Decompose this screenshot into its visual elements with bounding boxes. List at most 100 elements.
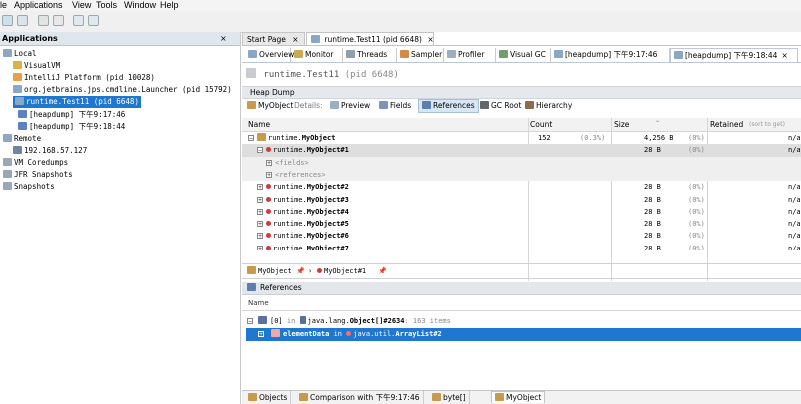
collapse-icon[interactable]: − [247, 318, 253, 325]
tree-item[interactable]: [heapdump] 下午9:18:44 [18, 121, 125, 133]
bottom-tab-comparison[interactable]: Comparison with 下午9:17:46 [296, 391, 424, 404]
heap-dump-icon[interactable] [38, 15, 49, 26]
gc-root-button[interactable]: GC Root [480, 99, 521, 113]
bottom-tab-myobject[interactable]: MyObject [491, 391, 546, 403]
subtab[interactable]: [heapdump] 下午9:18:44 × [670, 48, 798, 62]
tab-runtime-test11[interactable]: runtime.Test11 (pid 6648) × [306, 32, 434, 45]
menu-window[interactable]: Window [124, 0, 156, 11]
crumb-myobject[interactable]: MyObject [247, 99, 293, 113]
tree-item[interactable]: org.jetbrains.jps.cmdline.Launcher (pid … [13, 84, 232, 96]
tree-item[interactable]: VisualVM [13, 60, 60, 72]
process-title: runtime.Test11 [263, 70, 340, 80]
row-name-cell: + runtime.MyObject#7 [257, 244, 349, 250]
reference-row-parent[interactable]: − [0] in java.lang.Object[]#2634: 163 it… [242, 315, 801, 327]
table-row[interactable]: − runtime.MyObject#1 28 B (0%) n/a [242, 144, 801, 157]
tree-item[interactable]: 192.168.57.127 [13, 145, 87, 157]
menu-tools[interactable]: Tools [96, 0, 117, 11]
menu-help[interactable]: Help [160, 0, 179, 11]
chevron-right-icon: › [308, 267, 313, 275]
close-icon[interactable]: × [220, 32, 227, 45]
table-row[interactable]: + <fields> [242, 156, 801, 169]
class-icon [257, 133, 266, 141]
row-name-cell: + runtime.MyObject#6 [257, 232, 349, 241]
subtab-icon [346, 50, 355, 58]
expand-icon[interactable]: + [257, 233, 263, 240]
menu-applications[interactable]: Applications [14, 0, 63, 11]
tree-item-label: [heapdump] 下午9:17:46 [29, 109, 126, 119]
expand-icon[interactable]: + [257, 208, 263, 215]
subtab[interactable]: Visual GC [496, 48, 551, 62]
breadcrumb-myobject[interactable]: MyObject [247, 264, 292, 278]
add-jmx-icon[interactable] [17, 15, 28, 26]
table-row[interactable]: − runtime.MyObject 152 (0.3%) 4,256 B (0%) n/a [242, 132, 801, 144]
subtab[interactable]: Sampler [397, 48, 444, 62]
close-icon[interactable]: × [781, 51, 787, 60]
references-col-name[interactable]: Name [248, 298, 269, 308]
hierarchy-button[interactable]: Hierarchy [525, 99, 572, 113]
pin-icon[interactable]: 📌 [378, 264, 387, 278]
instance-icon [266, 221, 271, 227]
subtab[interactable]: Profiler [444, 48, 496, 62]
expand-icon[interactable]: + [266, 159, 272, 166]
fields-button[interactable]: Fields [379, 99, 411, 113]
tree-item-label: IntelliJ Platform (pid 10028) [24, 73, 155, 83]
pin-icon[interactable]: 📌 [296, 264, 305, 278]
tree-item[interactable]: [heapdump] 下午9:17:46 [18, 109, 125, 121]
tree-item[interactable]: Remote [3, 133, 41, 145]
comparison-icon [299, 393, 308, 401]
row-size-pct: (0%) [688, 134, 705, 142]
tree-item[interactable]: Snapshots [3, 181, 55, 193]
expand-icon[interactable]: + [257, 184, 263, 191]
expand-icon[interactable]: + [257, 245, 263, 250]
row-name-cell: + runtime.MyObject#4 [257, 207, 349, 216]
table-row[interactable]: + runtime.MyObject#5 28 B (0%) n/a [242, 218, 801, 230]
table-row[interactable]: + runtime.MyObject#3 28 B (0%) n/a [242, 194, 801, 206]
table-row[interactable]: + runtime.MyObject#2 28 B (0%) n/a [242, 181, 801, 193]
row-name-cell: + runtime.MyObject#3 [257, 195, 349, 204]
subtab[interactable]: [heapdump] 下午9:17:46 [551, 48, 670, 62]
menu-view[interactable]: View [72, 0, 91, 11]
table-row[interactable]: + runtime.MyObject#7 28 B (0%) n/a [242, 243, 801, 250]
open-file-icon[interactable] [2, 15, 13, 26]
breadcrumb-myobject1[interactable]: MyObject#1 [317, 264, 366, 278]
tree-item[interactable]: VM Coredumps [3, 157, 68, 169]
close-icon[interactable]: × [292, 35, 298, 44]
thread-dump-icon[interactable] [53, 15, 64, 26]
subtab[interactable]: Monitor [291, 48, 343, 62]
instance-icon [266, 233, 271, 239]
close-icon[interactable]: × [427, 35, 433, 44]
reference-row-selected[interactable]: + elementData in java.util.ArrayList#2 [246, 328, 801, 341]
col-count[interactable]: Count [530, 118, 552, 131]
ref-field-name: elementData [283, 330, 330, 338]
tree-item[interactable]: IntelliJ Platform (pid 10028) [13, 72, 155, 84]
expand-icon[interactable]: + [258, 331, 264, 338]
menu-file[interactable]: le [0, 0, 7, 11]
preview-button[interactable]: Preview [330, 99, 370, 113]
expand-icon[interactable]: + [257, 196, 263, 203]
tree-item[interactable]: runtime.Test11 (pid 6648) [13, 96, 141, 109]
collapse-icon[interactable]: − [257, 147, 263, 154]
tree-item[interactable]: Local [3, 48, 37, 60]
bottom-tab-objects[interactable]: Objects [245, 391, 292, 404]
references-icon [422, 101, 431, 109]
collapse-icon[interactable]: − [248, 135, 254, 142]
expand-icon[interactable]: + [257, 221, 263, 228]
gc-root-icon [480, 101, 489, 109]
row-count-pct: (0.3%) [580, 134, 606, 142]
table-row[interactable]: + <references> [242, 168, 801, 182]
references-button[interactable]: References [418, 99, 479, 113]
col-size[interactable]: Size [614, 118, 629, 131]
tree-item[interactable]: JFR Snapshots [3, 169, 73, 181]
snapshot-icon[interactable] [73, 15, 84, 26]
table-row[interactable]: + runtime.MyObject#6 28 B (0%) n/a [242, 230, 801, 242]
table-row[interactable]: + runtime.MyObject#4 28 B (0%) n/a [242, 206, 801, 218]
tab-start-page[interactable]: Start Page × [242, 32, 305, 45]
bottom-tab-byte[interactable]: byte[] [429, 391, 470, 404]
subtab[interactable]: Threads [343, 48, 397, 62]
col-name[interactable]: Name [248, 118, 270, 131]
subtab-icon [447, 50, 456, 58]
col-retained[interactable]: Retained [710, 118, 743, 131]
subtab[interactable]: Overview [245, 48, 294, 62]
snapshot-load-icon[interactable] [88, 15, 99, 26]
expand-icon[interactable]: + [266, 171, 272, 178]
